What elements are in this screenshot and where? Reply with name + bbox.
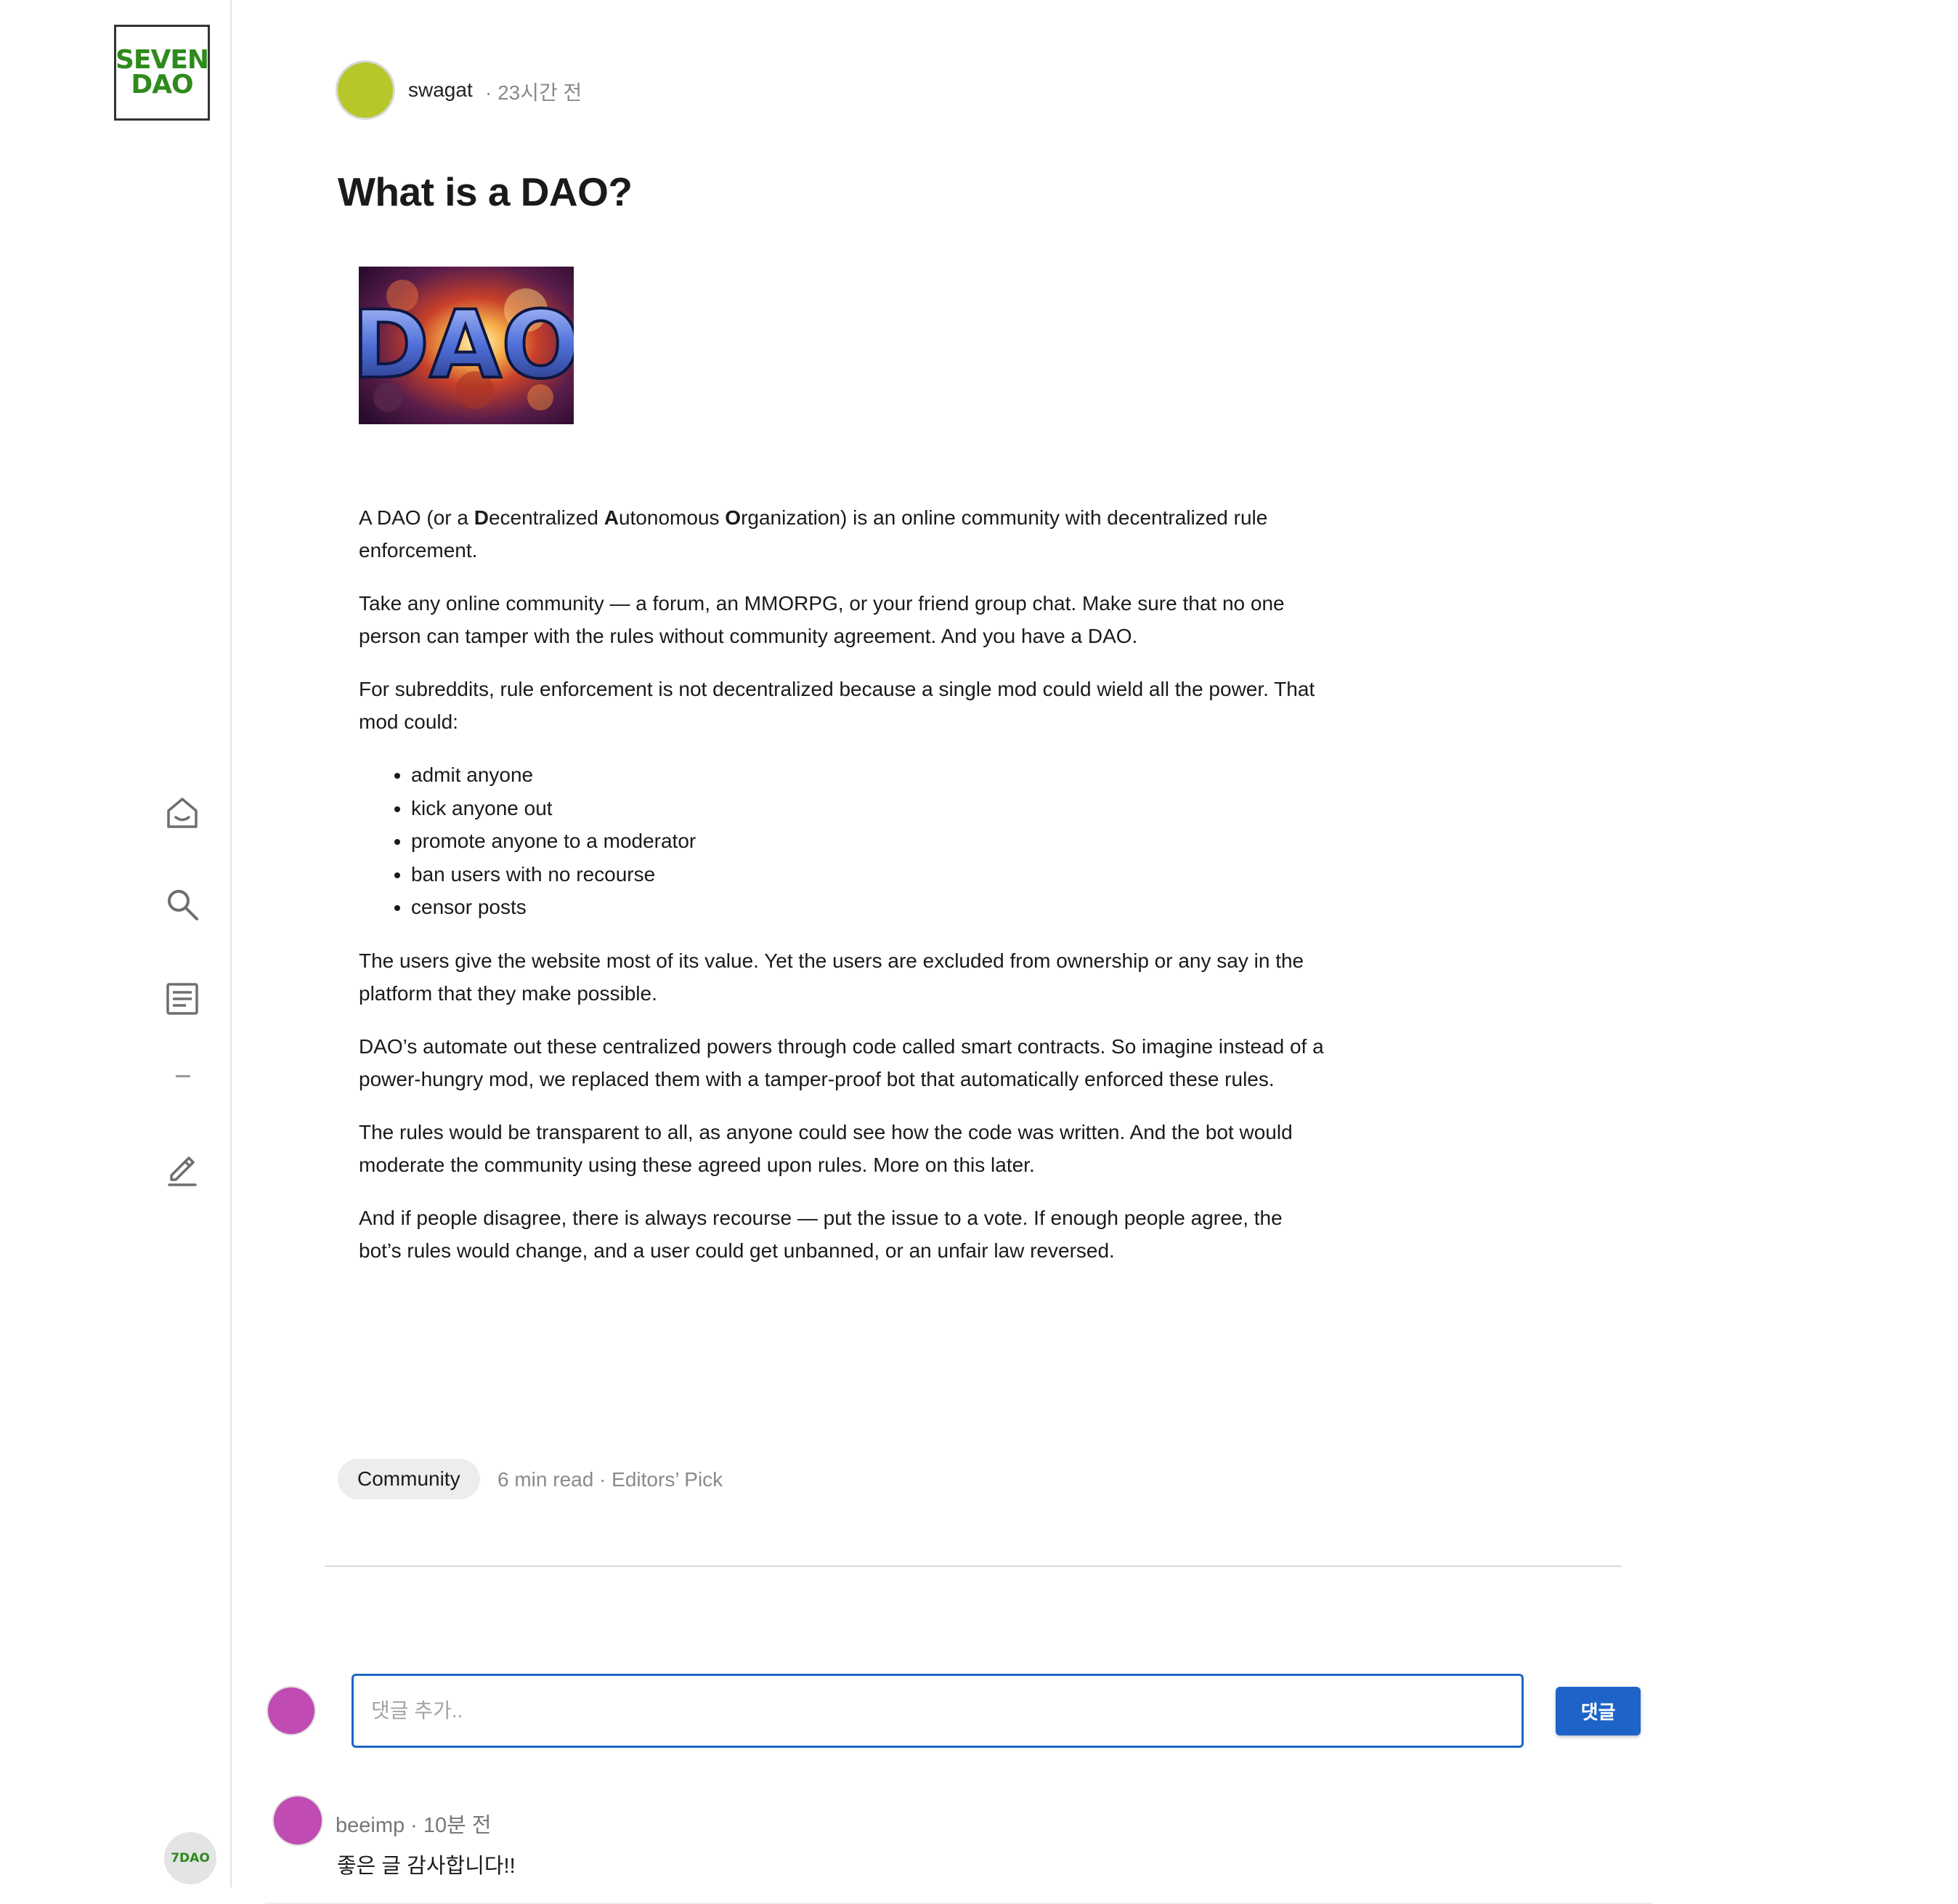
bullet-list: admit anyone kick anyone out promote any… xyxy=(359,758,1325,924)
post-image: DAO xyxy=(359,267,574,424)
tag-community[interactable]: Community xyxy=(338,1459,480,1499)
comment-avatar[interactable] xyxy=(274,1796,322,1844)
paragraph: For subreddits, rule enforcement is not … xyxy=(359,678,1315,733)
list-item: promote anyone to a moderator xyxy=(411,825,1325,858)
pen-icon[interactable] xyxy=(163,1148,202,1187)
paragraph: The users give the website most of its v… xyxy=(359,949,1304,1005)
list-item: ban users with no recourse xyxy=(411,858,1325,891)
post-time: · 23시간 전 xyxy=(485,81,582,104)
divider xyxy=(325,1565,1622,1567)
post-title: What is a DAO? xyxy=(338,169,633,214)
paragraph: Take any online community — a forum, an … xyxy=(359,592,1285,647)
comment-text: 좋은 글 감사합니다!! xyxy=(337,1855,516,1878)
author-avatar[interactable] xyxy=(338,62,393,118)
list-item: kick anyone out xyxy=(411,792,1325,825)
post-meta: 6 min read · Editors’ Pick xyxy=(497,1468,723,1491)
search-icon[interactable] xyxy=(163,885,202,924)
list-item: admit anyone xyxy=(411,758,1325,792)
current-user-avatar xyxy=(268,1688,314,1734)
comment-author: beeimp · 10분 전 xyxy=(336,1814,492,1837)
paragraph: A DAO (or a Decentralized Autonomous Org… xyxy=(359,506,1268,562)
comment-input[interactable] xyxy=(352,1674,1524,1748)
seven-dao-logo[interactable]: SEVEN DAO xyxy=(114,25,210,121)
post-image-text: DAO xyxy=(359,291,574,400)
author-name[interactable]: swagat xyxy=(408,78,473,102)
list-item: censor posts xyxy=(411,891,1325,924)
logo-line-1: SEVEN xyxy=(115,45,209,75)
home-icon[interactable] xyxy=(163,793,202,833)
logo-line-2: DAO xyxy=(131,70,193,100)
dash-icon xyxy=(176,1075,190,1077)
user-avatar[interactable]: 7DAO xyxy=(164,1832,216,1884)
paragraph: DAO’s automate out these centralized pow… xyxy=(359,1034,1324,1090)
article-icon[interactable] xyxy=(163,979,202,1018)
paragraph: The rules would be transparent to all, a… xyxy=(359,1120,1293,1176)
sidebar: SEVEN DAO 7DAO xyxy=(0,0,232,1887)
paragraph: And if people disagree, there is always … xyxy=(359,1206,1283,1262)
post-body: A DAO (or a Decentralized Autonomous Org… xyxy=(359,501,1325,1287)
comment-submit-button[interactable]: 댓글 xyxy=(1556,1687,1641,1735)
